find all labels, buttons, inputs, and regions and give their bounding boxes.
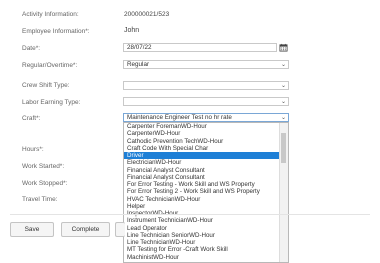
labor-earning-select[interactable]: ⌄ — [123, 97, 289, 106]
craft-option[interactable]: For Error Testing 2 - Work Skill and WS … — [124, 188, 288, 195]
work-stopped-label: Work Stopped*: — [22, 180, 68, 187]
calendar-icon[interactable] — [279, 43, 288, 52]
craft-option[interactable]: Helper — [124, 203, 288, 210]
craft-options: Carpenter ForemanWD-Hour CarpenterWD-Hour… — [124, 123, 288, 261]
date-field[interactable]: 28/07/22 — [123, 43, 277, 52]
craft-option[interactable]: Lead Operator — [124, 225, 288, 232]
craft-option[interactable]: MT Testing for Error -Craft Work Skill — [124, 246, 288, 253]
travel-time-label: Travel Time: — [22, 196, 58, 203]
craft-option[interactable]: ElectricianWD-Hour — [124, 159, 288, 166]
regular-overtime-value: Regular — [127, 61, 150, 68]
work-started-label: Work Started*: — [22, 163, 65, 170]
crew-shift-label: Crew Shift Type: — [22, 82, 70, 89]
craft-option[interactable]: Line TechnicianWD-Hour — [124, 239, 288, 246]
craft-option[interactable]: MachinistWD-Hour — [124, 254, 288, 261]
craft-value: Maintenance Engineer Test no hr rate — [127, 114, 232, 121]
cancel-button[interactable] — [115, 222, 125, 237]
craft-option[interactable]: Carpenter ForemanWD-Hour — [124, 123, 288, 130]
dropdown-scrollbar[interactable] — [279, 123, 288, 262]
chevron-down-icon: ⌄ — [280, 83, 286, 89]
divider — [10, 214, 370, 215]
craft-option[interactable]: Cathodic Prevention TechWD-Hour — [124, 138, 288, 145]
craft-option[interactable]: For Error Testing - Work Skill and WS Pr… — [124, 181, 288, 188]
craft-option[interactable]: Instrument TechnicianWD-Hour — [124, 217, 288, 224]
craft-option[interactable]: HVAC TechnicianWD-Hour — [124, 196, 288, 203]
crew-shift-select[interactable]: ⌄ — [123, 81, 289, 90]
employee-info-label: Employee Information*: — [22, 28, 90, 35]
activity-info-label: Activity Information: — [22, 11, 79, 18]
craft-label: Craft*: — [22, 115, 41, 122]
craft-option[interactable]: Line Technician SeniorWD-Hour — [124, 232, 288, 239]
regular-overtime-label: Regular/Overtime*: — [22, 62, 78, 69]
activity-info-value: 200000021/523 — [124, 11, 170, 18]
labor-earning-label: Labor Earning Type: — [22, 99, 81, 106]
craft-option[interactable]: Financial Analyst Consultant — [124, 174, 288, 181]
regular-overtime-select[interactable]: Regular ⌄ — [123, 60, 289, 69]
save-button[interactable]: Save — [10, 222, 54, 237]
chevron-down-icon: ⌄ — [280, 99, 286, 105]
craft-option[interactable]: CarpenterWD-Hour — [124, 130, 288, 137]
complete-button[interactable]: Complete — [61, 222, 110, 237]
craft-select[interactable]: Maintenance Engineer Test no hr rate ⌄ — [123, 113, 289, 122]
date-label: Date*: — [22, 45, 41, 52]
craft-dropdown-list[interactable]: Carpenter ForemanWD-Hour CarpenterWD-Hour… — [123, 122, 289, 263]
craft-option[interactable]: Financial Analyst Consultant — [124, 167, 288, 174]
employee-info-value: John — [124, 27, 140, 34]
craft-option[interactable]: Craft Code With Special Char — [124, 145, 288, 152]
chevron-down-icon: ⌄ — [280, 115, 286, 121]
chevron-down-icon: ⌄ — [280, 62, 286, 68]
craft-option[interactable]: Driver — [124, 152, 288, 160]
hours-label: Hours*: — [22, 146, 44, 153]
scrollbar-thumb[interactable] — [281, 133, 286, 163]
